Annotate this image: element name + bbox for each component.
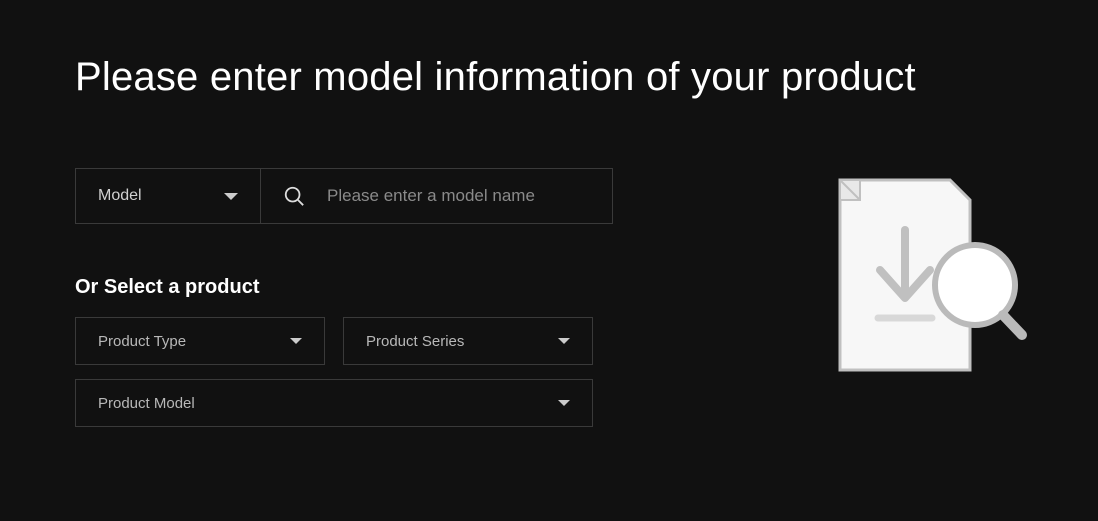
page-title: Please enter model information of your p… — [0, 0, 1098, 100]
model-search-input[interactable] — [327, 186, 612, 206]
search-icon — [283, 185, 305, 207]
product-type-label: Product Type — [98, 333, 186, 350]
dropdown-row-2: Product Model — [75, 379, 620, 427]
caret-down-icon — [224, 193, 238, 200]
caret-down-icon — [290, 338, 302, 344]
product-model-dropdown[interactable]: Product Model — [75, 379, 593, 427]
model-category-label: Model — [98, 187, 142, 205]
model-category-dropdown[interactable]: Model — [75, 168, 261, 224]
product-series-label: Product Series — [366, 333, 464, 350]
search-row: Model — [75, 168, 620, 224]
product-model-label: Product Model — [98, 395, 195, 412]
product-series-dropdown[interactable]: Product Series — [343, 317, 593, 365]
select-product-label: Or Select a product — [75, 276, 620, 299]
form-area: Model Or Select a product Product Type P… — [0, 100, 620, 427]
dropdown-row-1: Product Type Product Series — [75, 317, 620, 365]
product-type-dropdown[interactable]: Product Type — [75, 317, 325, 365]
caret-down-icon — [558, 338, 570, 344]
document-search-illustration — [810, 170, 1030, 390]
caret-down-icon — [558, 400, 570, 406]
search-box — [261, 168, 613, 224]
